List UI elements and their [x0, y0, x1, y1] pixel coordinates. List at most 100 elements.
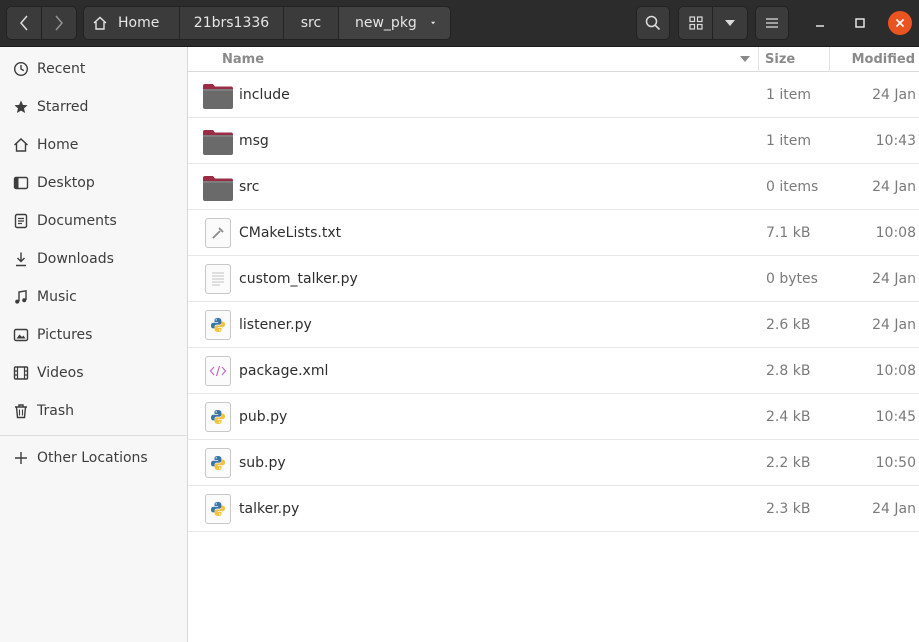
file-modified: 24 Jan: [872, 178, 916, 195]
sidebar-item-label: Recent: [37, 61, 86, 77]
file-size: 2.8 kB: [766, 362, 811, 379]
sidebar-item-videos[interactable]: Videos: [0, 354, 187, 392]
column-header-modified[interactable]: Modified: [830, 47, 919, 72]
column-header-size[interactable]: Size: [759, 46, 830, 72]
sidebar-item-label: Pictures: [37, 327, 93, 343]
clock-icon: [13, 61, 29, 77]
chevron-right-icon: [55, 15, 63, 31]
minimize-button[interactable]: [808, 11, 832, 35]
file-modified: 24 Jan: [872, 500, 916, 517]
close-icon: [895, 18, 905, 28]
download-icon: [13, 251, 29, 267]
file-size: 1 item: [766, 132, 811, 149]
column-header-name[interactable]: Name: [188, 46, 759, 72]
file-modified: 10:43: [875, 132, 916, 149]
sidebar-item-label: Trash: [37, 403, 74, 419]
column-header-row: Name Size Modified: [188, 46, 919, 72]
file-name: CMakeLists.txt: [239, 224, 342, 241]
chevron-down-icon: [725, 20, 735, 26]
path-home-label: Home: [118, 15, 160, 31]
file-size: 7.1 kB: [766, 224, 811, 241]
file-size: 0 items: [766, 178, 819, 195]
home-icon: [93, 16, 107, 30]
folder-icon: [202, 171, 234, 203]
sidebar-item-recent[interactable]: Recent: [0, 50, 187, 88]
path-segment-src[interactable]: src: [284, 7, 339, 39]
file-manager-window: Home 21brs1336 src new_pkg Recent Starre…: [0, 0, 919, 642]
hamburger-menu-icon: [766, 18, 778, 28]
sidebar-item-other-locations[interactable]: Other Locations: [0, 439, 187, 477]
column-name-label: Name: [222, 51, 265, 67]
sidebar-item-label: Other Locations: [37, 450, 148, 466]
column-size-label: Size: [765, 51, 796, 67]
file-modified: 10:45: [875, 408, 916, 425]
maximize-button[interactable]: [848, 11, 872, 35]
view-options-button[interactable]: [712, 6, 748, 40]
sidebar-item-desktop[interactable]: Desktop: [0, 164, 187, 202]
trash-icon: [13, 403, 29, 419]
sidebar-item-label: Desktop: [37, 175, 95, 191]
file-row[interactable]: CMakeLists.txt 7.1 kB 10:08: [188, 210, 919, 256]
file-name: listener.py: [239, 316, 312, 333]
sort-descending-icon: [740, 55, 750, 62]
star-icon: [13, 99, 29, 115]
file-name: sub.py: [239, 454, 286, 471]
file-name: pub.py: [239, 408, 288, 425]
column-modified-label: Modified: [851, 51, 915, 67]
file-row[interactable]: talker.py 2.3 kB 24 Jan: [188, 486, 919, 532]
chevron-down-icon: [430, 21, 435, 25]
file-size: 1 item: [766, 86, 811, 103]
file-row[interactable]: custom_talker.py 0 bytes 24 Jan: [188, 256, 919, 302]
path-segment-label: new_pkg: [355, 15, 417, 31]
sidebar-item-label: Starred: [37, 99, 89, 115]
path-segment-21brs1336[interactable]: 21brs1336: [180, 7, 284, 39]
file-name: src: [239, 178, 260, 195]
file-row[interactable]: include 1 item 24 Jan: [188, 72, 919, 118]
file-modified: 24 Jan: [872, 316, 916, 333]
grid-view-button[interactable]: [678, 6, 713, 40]
pictures-icon: [13, 327, 29, 343]
file-row[interactable]: src 0 items 24 Jan: [188, 164, 919, 210]
file-name: include: [239, 86, 290, 103]
path-segment-label: 21brs1336: [193, 15, 270, 31]
file-modified: 10:50: [875, 454, 916, 471]
forward-button[interactable]: [41, 6, 77, 40]
file-list: Name Size Modified include 1 item 24 Jan ms…: [188, 46, 919, 642]
sidebar-item-documents[interactable]: Documents: [0, 202, 187, 240]
file-row[interactable]: pub.py 2.4 kB 10:45: [188, 394, 919, 440]
file-row[interactable]: msg 1 item 10:43: [188, 118, 919, 164]
path-home-button[interactable]: Home: [84, 7, 180, 39]
file-modified: 10:08: [875, 224, 916, 241]
close-button[interactable]: [888, 11, 912, 35]
sidebar-item-starred[interactable]: Starred: [0, 88, 187, 126]
path-bar: Home 21brs1336 src new_pkg: [83, 6, 451, 40]
file-modified: 24 Jan: [872, 270, 916, 287]
sidebar-item-trash[interactable]: Trash: [0, 392, 187, 430]
sidebar-item-label: Home: [37, 137, 79, 153]
file-size: 2.4 kB: [766, 408, 811, 425]
sidebar-item-home[interactable]: Home: [0, 126, 187, 164]
home-icon: [13, 137, 29, 153]
file-modified: 24 Jan: [872, 86, 916, 103]
search-icon: [645, 15, 661, 31]
sidebar-item-pictures[interactable]: Pictures: [0, 316, 187, 354]
python-file-icon: [202, 447, 234, 479]
search-button[interactable]: [636, 6, 670, 40]
main-menu-button[interactable]: [755, 6, 789, 40]
back-button[interactable]: [6, 6, 42, 40]
sidebar-item-label: Downloads: [37, 251, 114, 267]
path-segment-label: src: [300, 15, 322, 31]
path-segment-new-pkg[interactable]: new_pkg: [339, 7, 450, 39]
file-row[interactable]: listener.py 2.6 kB 24 Jan: [188, 302, 919, 348]
file-size: 0 bytes: [766, 270, 818, 287]
file-row[interactable]: package.xml 2.8 kB 10:08: [188, 348, 919, 394]
sidebar-item-downloads[interactable]: Downloads: [0, 240, 187, 278]
build-file-icon: [202, 217, 234, 249]
header-bar: Home 21brs1336 src new_pkg: [0, 0, 919, 47]
file-name: talker.py: [239, 500, 300, 517]
file-size: 2.2 kB: [766, 454, 811, 471]
file-row[interactable]: sub.py 2.2 kB 10:50: [188, 440, 919, 486]
sidebar-item-music[interactable]: Music: [0, 278, 187, 316]
documents-icon: [13, 213, 29, 229]
file-name: custom_talker.py: [239, 270, 358, 287]
